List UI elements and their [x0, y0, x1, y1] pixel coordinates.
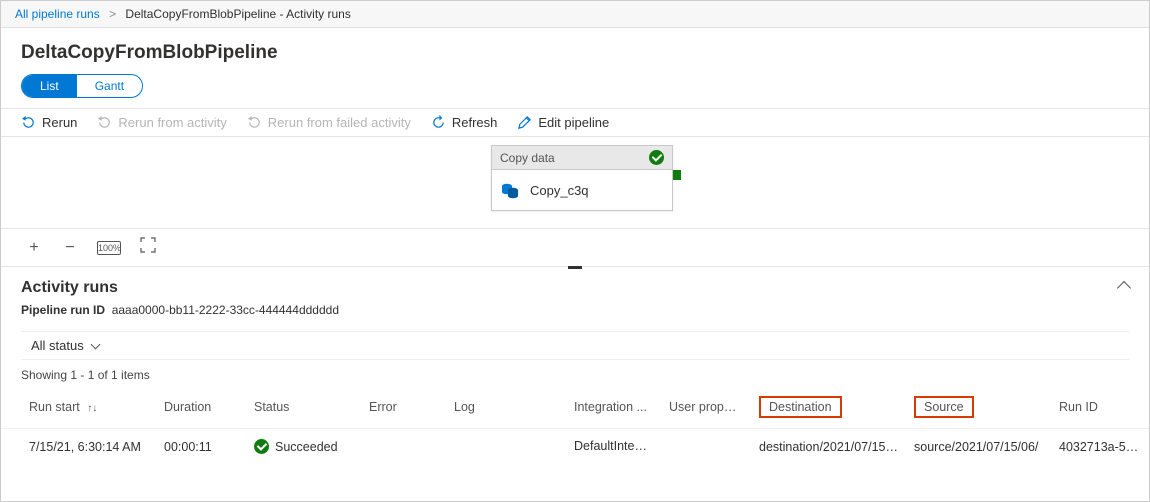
- col-error[interactable]: Error: [361, 386, 446, 429]
- pencil-icon: [517, 115, 532, 130]
- cell-duration: 00:00:11: [156, 429, 246, 465]
- rerun-failed-icon: [247, 115, 262, 130]
- activity-node-header: Copy data: [492, 146, 672, 170]
- activity-name-label: Copy_c3q: [530, 183, 589, 198]
- zoom-fit-button[interactable]: [139, 237, 157, 258]
- zoom-toolbar: + − 100%: [1, 229, 1149, 267]
- col-source[interactable]: Source: [906, 386, 1051, 429]
- refresh-label: Refresh: [452, 115, 498, 130]
- refresh-button[interactable]: Refresh: [431, 115, 498, 130]
- database-icon: [500, 180, 520, 200]
- refresh-icon: [431, 115, 446, 130]
- status-success-icon: [254, 439, 269, 454]
- cell-log: [446, 429, 566, 465]
- zoom-in-button[interactable]: +: [25, 239, 43, 257]
- rerun-activity-icon: [97, 115, 112, 130]
- rerun-activity-label: Rerun from activity: [118, 115, 226, 130]
- col-duration[interactable]: Duration: [156, 386, 246, 429]
- view-toggle-list[interactable]: List: [22, 75, 77, 97]
- breadcrumb-root-link[interactable]: All pipeline runs: [15, 7, 100, 21]
- col-run-id[interactable]: Run ID: [1051, 386, 1149, 429]
- cell-user-props: [661, 429, 751, 465]
- col-log[interactable]: Log: [446, 386, 566, 429]
- view-toggle: List Gantt: [21, 74, 143, 98]
- activity-node-copy[interactable]: Copy data Copy_c3q: [491, 145, 673, 211]
- fit-screen-icon: [140, 237, 156, 253]
- table-header-row: Run start ↑↓ Duration Status Error Log I…: [1, 386, 1149, 429]
- zoom-100-button[interactable]: 100%: [97, 241, 121, 255]
- pipeline-run-id-label: Pipeline run ID: [21, 303, 105, 317]
- pipeline-canvas[interactable]: Copy data Copy_c3q: [1, 137, 1149, 229]
- breadcrumb-current: DeltaCopyFromBlobPipeline - Activity run…: [125, 7, 350, 21]
- collapse-section-button[interactable]: [1117, 281, 1131, 295]
- success-check-icon: [649, 150, 664, 165]
- col-integration[interactable]: Integration ...: [566, 386, 661, 429]
- pipeline-run-id: Pipeline run ID aaaa0000-bb11-2222-33cc-…: [21, 303, 1129, 317]
- col-run-start-label: Run start: [29, 400, 80, 414]
- zoom-out-button[interactable]: −: [61, 239, 79, 257]
- cell-destination: destination/2021/07/15/06/: [751, 429, 906, 465]
- col-destination[interactable]: Destination: [751, 386, 906, 429]
- breadcrumb: All pipeline runs > DeltaCopyFromBlobPip…: [1, 1, 1149, 28]
- col-run-start[interactable]: Run start ↑↓: [1, 386, 156, 429]
- pipeline-run-id-value: aaaa0000-bb11-2222-33cc-444444dddddd: [112, 303, 339, 317]
- toolbar: Rerun Rerun from activity Rerun from fai…: [1, 108, 1149, 137]
- table-row[interactable]: 7/15/21, 6:30:14 AM 00:00:11 Succeeded D…: [1, 429, 1149, 465]
- rerun-failed-label: Rerun from failed activity: [268, 115, 411, 130]
- cell-run-id: 4032713a-59e0-41: [1051, 429, 1149, 465]
- col-source-label: Source: [914, 396, 974, 418]
- cell-status: Succeeded: [246, 429, 361, 465]
- view-toggle-gantt[interactable]: Gantt: [77, 75, 142, 97]
- rerun-label: Rerun: [42, 115, 77, 130]
- cell-error: [361, 429, 446, 465]
- cell-source: source/2021/07/15/06/: [906, 429, 1051, 465]
- chevron-right-icon: >: [109, 7, 116, 21]
- activity-runs-table: Run start ↑↓ Duration Status Error Log I…: [1, 386, 1149, 464]
- panel-resize-handle[interactable]: [568, 266, 582, 269]
- activity-runs-section: Activity runs Pipeline run ID aaaa0000-b…: [1, 267, 1149, 321]
- col-status[interactable]: Status: [246, 386, 361, 429]
- edit-label: Edit pipeline: [538, 115, 609, 130]
- status-text: Succeeded: [275, 440, 338, 454]
- results-count: Showing 1 - 1 of 1 items: [1, 364, 1149, 386]
- page-title: DeltaCopyFromBlobPipeline: [1, 28, 1149, 74]
- rerun-from-activity-button: Rerun from activity: [97, 115, 226, 130]
- activity-runs-title: Activity runs: [21, 279, 118, 297]
- activity-node-body: Copy_c3q: [492, 170, 672, 210]
- activity-type-label: Copy data: [500, 151, 555, 165]
- status-filter-dropdown[interactable]: All status: [21, 331, 1129, 360]
- rerun-button[interactable]: Rerun: [21, 115, 77, 130]
- rerun-icon: [21, 115, 36, 130]
- col-user-props[interactable]: User proper...: [661, 386, 751, 429]
- zoom-100-label: 100%: [98, 243, 121, 253]
- integration-text: DefaultIntegrati: [574, 439, 659, 453]
- cell-run-start: 7/15/21, 6:30:14 AM: [1, 429, 156, 465]
- cell-integration: DefaultIntegrati 🔖︎: [566, 429, 661, 465]
- chevron-down-icon: [90, 340, 100, 350]
- col-destination-label: Destination: [759, 396, 842, 418]
- rerun-from-failed-button: Rerun from failed activity: [247, 115, 411, 130]
- activity-output-connector[interactable]: [673, 170, 681, 180]
- sort-icon: ↑↓: [87, 403, 97, 414]
- status-filter-label: All status: [31, 338, 84, 353]
- edit-pipeline-button[interactable]: Edit pipeline: [517, 115, 609, 130]
